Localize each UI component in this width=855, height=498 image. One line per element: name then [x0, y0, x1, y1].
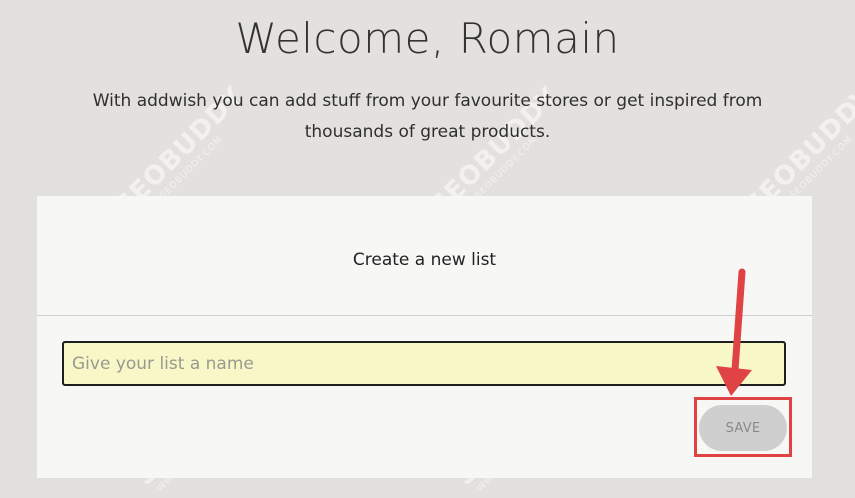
card-title: Create a new list: [352, 250, 497, 270]
create-list-card: Create a new list SAVE: [37, 196, 812, 478]
card-divider: [37, 315, 812, 316]
subtitle-line-2: thousands of great products.: [304, 122, 551, 142]
save-button[interactable]: SAVE: [699, 405, 787, 451]
page-subtitle: With addwish you can add stuff from your…: [40, 86, 815, 148]
subtitle-line-1: With addwish you can add stuff from your…: [92, 91, 763, 111]
list-name-input[interactable]: [62, 341, 786, 386]
page-title: Welcome, Romain: [235, 14, 620, 63]
